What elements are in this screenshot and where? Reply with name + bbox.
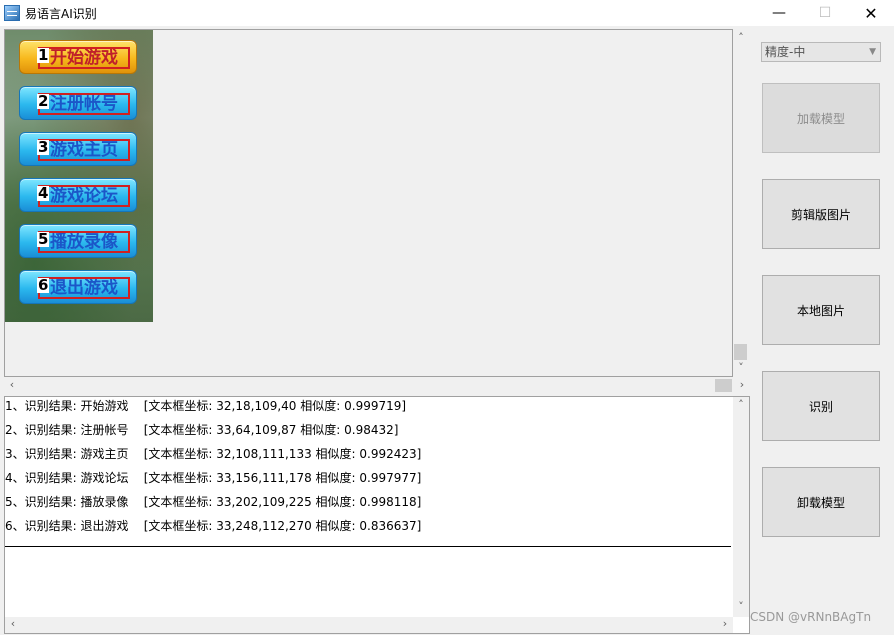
result-line: 2、识别结果: 注册帐号 [文本框坐标: 33,64,109,87 相似度: 0… [5,423,399,437]
results-vertical-scrollbar[interactable]: ˄ ˅ [733,397,749,617]
app-icon [4,5,20,21]
minimize-icon: — [772,5,786,21]
game-button: 游戏主页 3 [19,132,137,166]
detection-box: 开始游戏 [38,47,130,69]
game-button: 注册帐号 2 [19,86,137,120]
divider [5,546,731,547]
maximize-button: ☐ [802,0,848,26]
unload-model-button[interactable]: 卸载模型 [762,467,880,537]
game-button: 退出游戏 6 [19,270,137,304]
detection-box: 退出游戏 [38,277,130,299]
detection-number: 1 [37,46,50,64]
scrollbar-thumb[interactable] [715,379,732,392]
result-line: 1、识别结果: 开始游戏 [文本框坐标: 32,18,109,40 相似度: 0… [5,399,407,413]
result-line: 4、识别结果: 游戏论坛 [文本框坐标: 33,156,111,178 相似度:… [5,471,422,485]
detection-number: 5 [37,230,50,248]
detection-box: 游戏论坛 [38,185,130,207]
detection-number: 4 [37,184,50,202]
game-screenshot: 开始游戏 1 注册帐号 2 游戏主页 3 游戏论坛 4 播放录像 5 退出游戏 … [5,30,153,322]
close-icon: ✕ [864,3,878,23]
detection-box: 游戏主页 [38,139,130,161]
scroll-up-icon[interactable]: ˄ [733,31,749,44]
detection-number: 6 [37,276,50,294]
result-line: 6、识别结果: 退出游戏 [文本框坐标: 33,248,112,270 相似度:… [5,519,422,533]
window-title: 易语言AI识别 [25,7,97,21]
minimize-button[interactable]: — [756,0,802,26]
maximize-icon: ☐ [818,5,832,21]
scroll-up-icon[interactable]: ˄ [733,398,749,411]
scroll-down-icon[interactable]: ˅ [733,361,749,374]
precision-value: 精度-中 [765,45,806,59]
detection-number: 3 [37,138,50,156]
detection-box: 注册帐号 [38,93,130,115]
game-button: 播放录像 5 [19,224,137,258]
image-panel: 开始游戏 1 注册帐号 2 游戏主页 3 游戏论坛 4 播放录像 5 退出游戏 … [4,29,733,377]
local-image-button[interactable]: 本地图片 [762,275,880,345]
recognize-button[interactable]: 识别 [762,371,880,441]
detection-number: 2 [37,92,50,110]
precision-select[interactable]: 精度-中 ▼ [761,42,881,62]
scroll-right-icon[interactable]: › [734,378,750,391]
game-button: 游戏论坛 4 [19,178,137,212]
game-button: 开始游戏 1 [19,40,137,74]
result-line: 3、识别结果: 游戏主页 [文本框坐标: 32,108,111,133 相似度:… [5,447,422,461]
results-horizontal-scrollbar[interactable]: ‹ › [5,617,733,633]
detection-box: 播放录像 [38,231,130,253]
watermark: CSDN @vRNnBAgTn [750,610,872,624]
scroll-down-icon[interactable]: ˅ [733,600,749,613]
scroll-left-icon[interactable]: ‹ [4,378,20,391]
clipboard-image-button[interactable]: 剪辑版图片 [762,179,880,249]
image-horizontal-scrollbar[interactable]: ‹ › [4,377,750,394]
chevron-down-icon: ▼ [869,47,876,57]
result-textarea[interactable]: 1、识别结果: 开始游戏 [文本框坐标: 32,18,109,40 相似度: 0… [4,396,750,634]
scroll-right-icon[interactable]: › [717,617,733,630]
title-bar: 易语言AI识别 — ☐ ✕ [0,0,894,26]
scrollbar-thumb[interactable] [734,344,747,360]
close-button[interactable]: ✕ [848,0,894,26]
scroll-left-icon[interactable]: ‹ [5,617,21,630]
image-vertical-scrollbar[interactable]: ˄ ˅ [733,29,750,377]
result-line: 5、识别结果: 播放录像 [文本框坐标: 33,202,109,225 相似度:… [5,495,422,509]
load-model-button[interactable]: 加载模型 [762,83,880,153]
